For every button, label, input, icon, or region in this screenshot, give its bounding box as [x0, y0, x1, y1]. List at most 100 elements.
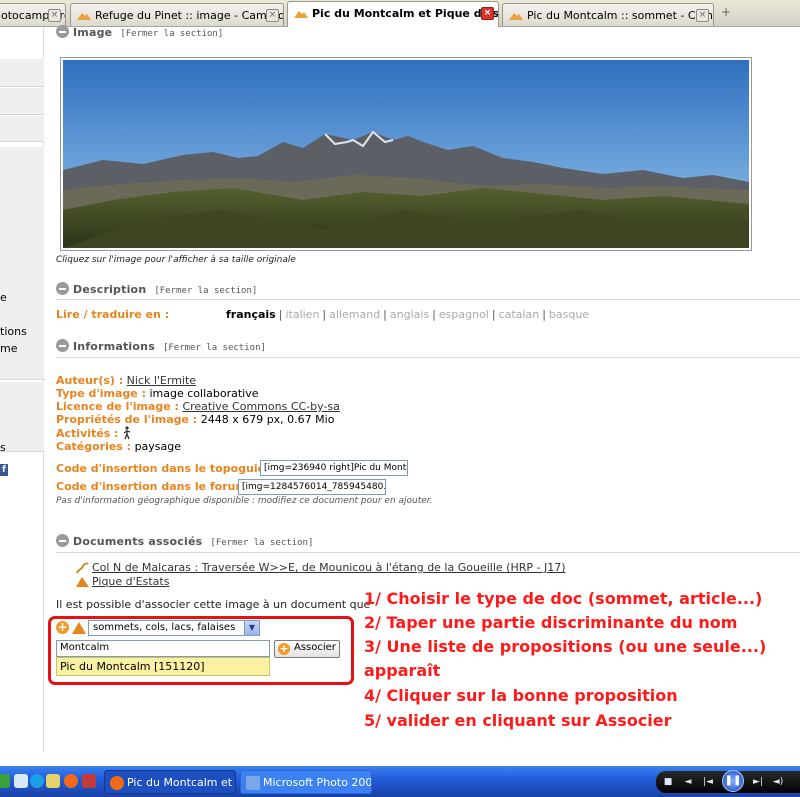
tab-close-icon[interactable]: × — [481, 7, 494, 20]
taskbar-label: Pic du Montcalm et Pi... — [127, 776, 235, 789]
main-content: Image [Fermer la section] Cliquez sur l'… — [44, 25, 800, 752]
doc-type-select[interactable]: sommets, cols, lacs, falaises ▼ — [88, 620, 260, 636]
photo-app-icon — [246, 776, 260, 790]
language-allemand[interactable]: allemand — [329, 308, 380, 321]
previous-icon[interactable]: |◄ — [700, 775, 716, 789]
close-section-link[interactable]: [Fermer la section] — [154, 286, 257, 296]
left-sidebar: e tions me s f — [0, 27, 44, 752]
route-icon — [76, 562, 89, 574]
tab-close-icon[interactable]: × — [266, 9, 279, 22]
collapse-minus-icon[interactable] — [56, 282, 69, 295]
sidebar-text-fragment[interactable]: tions — [0, 325, 27, 338]
add-plus-icon[interactable]: + — [56, 621, 69, 634]
add-plus-icon: + — [278, 642, 290, 655]
button-label: Associer — [294, 642, 336, 653]
section-title: Description — [73, 283, 147, 296]
facebook-icon[interactable]: f — [0, 464, 8, 476]
sidebar-text-fragment[interactable]: me — [0, 342, 17, 355]
info-licence: Licence de l'image : Creative Commons CC… — [56, 400, 340, 413]
section-header-documents: Documents associés [Fermer la section] — [56, 534, 313, 550]
chevron-down-icon[interactable]: ▼ — [244, 621, 259, 635]
skype-icon[interactable] — [30, 774, 44, 788]
quicklaunch-app-icon[interactable] — [82, 774, 96, 788]
close-section-link[interactable]: [Fermer la section] — [163, 343, 266, 353]
tab-label: Pic du Montcalm et Pique d'Estat... — [312, 7, 498, 20]
mute-icon[interactable]: ◄ — [680, 775, 696, 789]
annotation-step-5: 5/ valider en cliquant sur Associer — [364, 711, 672, 730]
info-auteur: Auteur(s) : Nick l'Ermite — [56, 374, 197, 387]
close-section-link[interactable]: [Fermer la section] — [210, 538, 313, 548]
language-anglais[interactable]: anglais — [390, 308, 429, 321]
windows-taskbar: Pic du Montcalm et Pi... Microsoft Photo… — [0, 766, 800, 797]
author-link[interactable]: Nick l'Ermite — [127, 374, 196, 387]
firefox-icon — [110, 776, 124, 790]
close-section-link[interactable]: [Fermer la section] — [120, 29, 223, 39]
taskbar-item-photo[interactable]: Microsoft Photo 2006.... — [240, 770, 372, 794]
doc-name-input[interactable]: Montcalm — [56, 640, 270, 657]
tab-close-icon[interactable]: × — [48, 9, 61, 22]
language-francais[interactable]: français — [226, 308, 276, 321]
language-basque[interactable]: basque — [549, 308, 589, 321]
summit-icon — [76, 577, 89, 587]
code-forum-field[interactable]: [img=1284576014_785945480.jpg 2 — [238, 479, 386, 495]
language-label: Lire / traduire en : — [56, 308, 170, 321]
associer-button[interactable]: + Associer — [274, 640, 340, 658]
new-tab-button[interactable]: + — [716, 5, 736, 23]
section-divider — [56, 552, 800, 553]
language-list: français | italien | allemand | anglais | espagn… — [226, 308, 590, 321]
language-catalan[interactable]: catalan — [499, 308, 540, 321]
sidebar-text-fragment[interactable]: s — [0, 441, 6, 454]
panorama-image[interactable] — [60, 57, 752, 251]
quicklaunch-app-icon[interactable] — [46, 774, 60, 788]
collapse-minus-icon[interactable] — [56, 534, 69, 547]
tab-label: Refuge du Pinet :: image - Camptocam... — [95, 9, 284, 22]
code-topoguide-field[interactable]: [img=236940 right]Pic du Montcalm — [260, 460, 408, 476]
image-caption: Cliquez sur l'image pour l'afficher à sa… — [56, 255, 296, 265]
language-italien[interactable]: italien — [285, 308, 319, 321]
media-player-toolbar: ■ ◄ |◄ ❚❚ ►| ◄) — [656, 770, 800, 793]
tab-pic-du-montcalm-image[interactable]: Pic du Montcalm et Pique d'Estat... × — [287, 1, 499, 27]
language-espagnol[interactable]: espagnol — [439, 308, 489, 321]
section-title: Informations — [73, 340, 155, 353]
associated-doc-link[interactable]: Pique d'Estats — [92, 575, 169, 588]
collapse-minus-icon[interactable] — [56, 339, 69, 352]
select-value: sommets, cols, lacs, falaises — [93, 622, 236, 633]
section-title: Documents associés — [73, 535, 203, 548]
info-activites: Activités : — [56, 426, 132, 440]
section-header-image: Image [Fermer la section] — [56, 25, 223, 41]
annotation-step-3: 3/ Une liste de propositions (ou une seu… — [364, 637, 767, 656]
hiker-icon — [123, 426, 131, 440]
licence-link[interactable]: Creative Commons CC-by-sa — [182, 400, 339, 413]
annotation-step-3-cont: apparaît — [364, 661, 441, 680]
annotation-step-1: 1/ Choisir le type de doc (sommet, artic… — [364, 589, 763, 608]
sidebar-item[interactable] — [0, 59, 44, 87]
section-header-informations: Informations [Fermer la section] — [56, 339, 266, 355]
associated-doc-link[interactable]: Col N de Malcaras : Traversée W>>E, de M… — [92, 561, 566, 574]
tab-pic-du-montcalm-sommet[interactable]: Pic du Montcalm :: sommet - Camptoca... … — [502, 3, 714, 26]
annotation-step-4: 4/ Cliquer sur la bonne proposition — [364, 686, 678, 705]
next-icon[interactable]: ►| — [750, 775, 766, 789]
collapse-minus-icon[interactable] — [56, 25, 69, 38]
section-divider — [56, 299, 800, 300]
sidebar-text-fragment[interactable]: e — [0, 291, 7, 304]
firefox-icon[interactable] — [64, 774, 78, 788]
quicklaunch-desktop-icon[interactable] — [14, 774, 28, 788]
info-code-forum: Code d'insertion dans le forum : — [56, 480, 256, 493]
play-pause-icon[interactable]: ❚❚ — [722, 770, 744, 792]
language-row: Lire / traduire en : français | italien | al… — [56, 308, 796, 321]
taskbar-item-firefox[interactable]: Pic du Montcalm et Pi... — [104, 770, 236, 794]
taskbar-label: Microsoft Photo 2006.... — [263, 776, 372, 789]
volume-icon[interactable]: ◄) — [770, 775, 786, 789]
autocomplete-suggestion[interactable]: Pic du Montcalm [151120] — [56, 657, 270, 676]
stop-icon[interactable]: ■ — [660, 775, 676, 789]
tab-refuge-du-pinet[interactable]: Refuge du Pinet :: image - Camptocam... … — [70, 3, 284, 26]
browser-tab-bar: otocamp.org × Refuge du Pinet :: image -… — [0, 0, 800, 27]
info-type: Type d'image : image collaborative — [56, 387, 259, 400]
tab-camptocamp-org[interactable]: otocamp.org × — [0, 3, 66, 26]
tab-close-icon[interactable]: × — [696, 9, 709, 22]
camptocam-favicon-icon — [294, 9, 308, 18]
sidebar-item[interactable] — [0, 88, 44, 115]
sidebar-item[interactable] — [0, 116, 44, 142]
sidebar-menu-block — [0, 382, 44, 452]
start-button-icon[interactable] — [0, 774, 10, 788]
